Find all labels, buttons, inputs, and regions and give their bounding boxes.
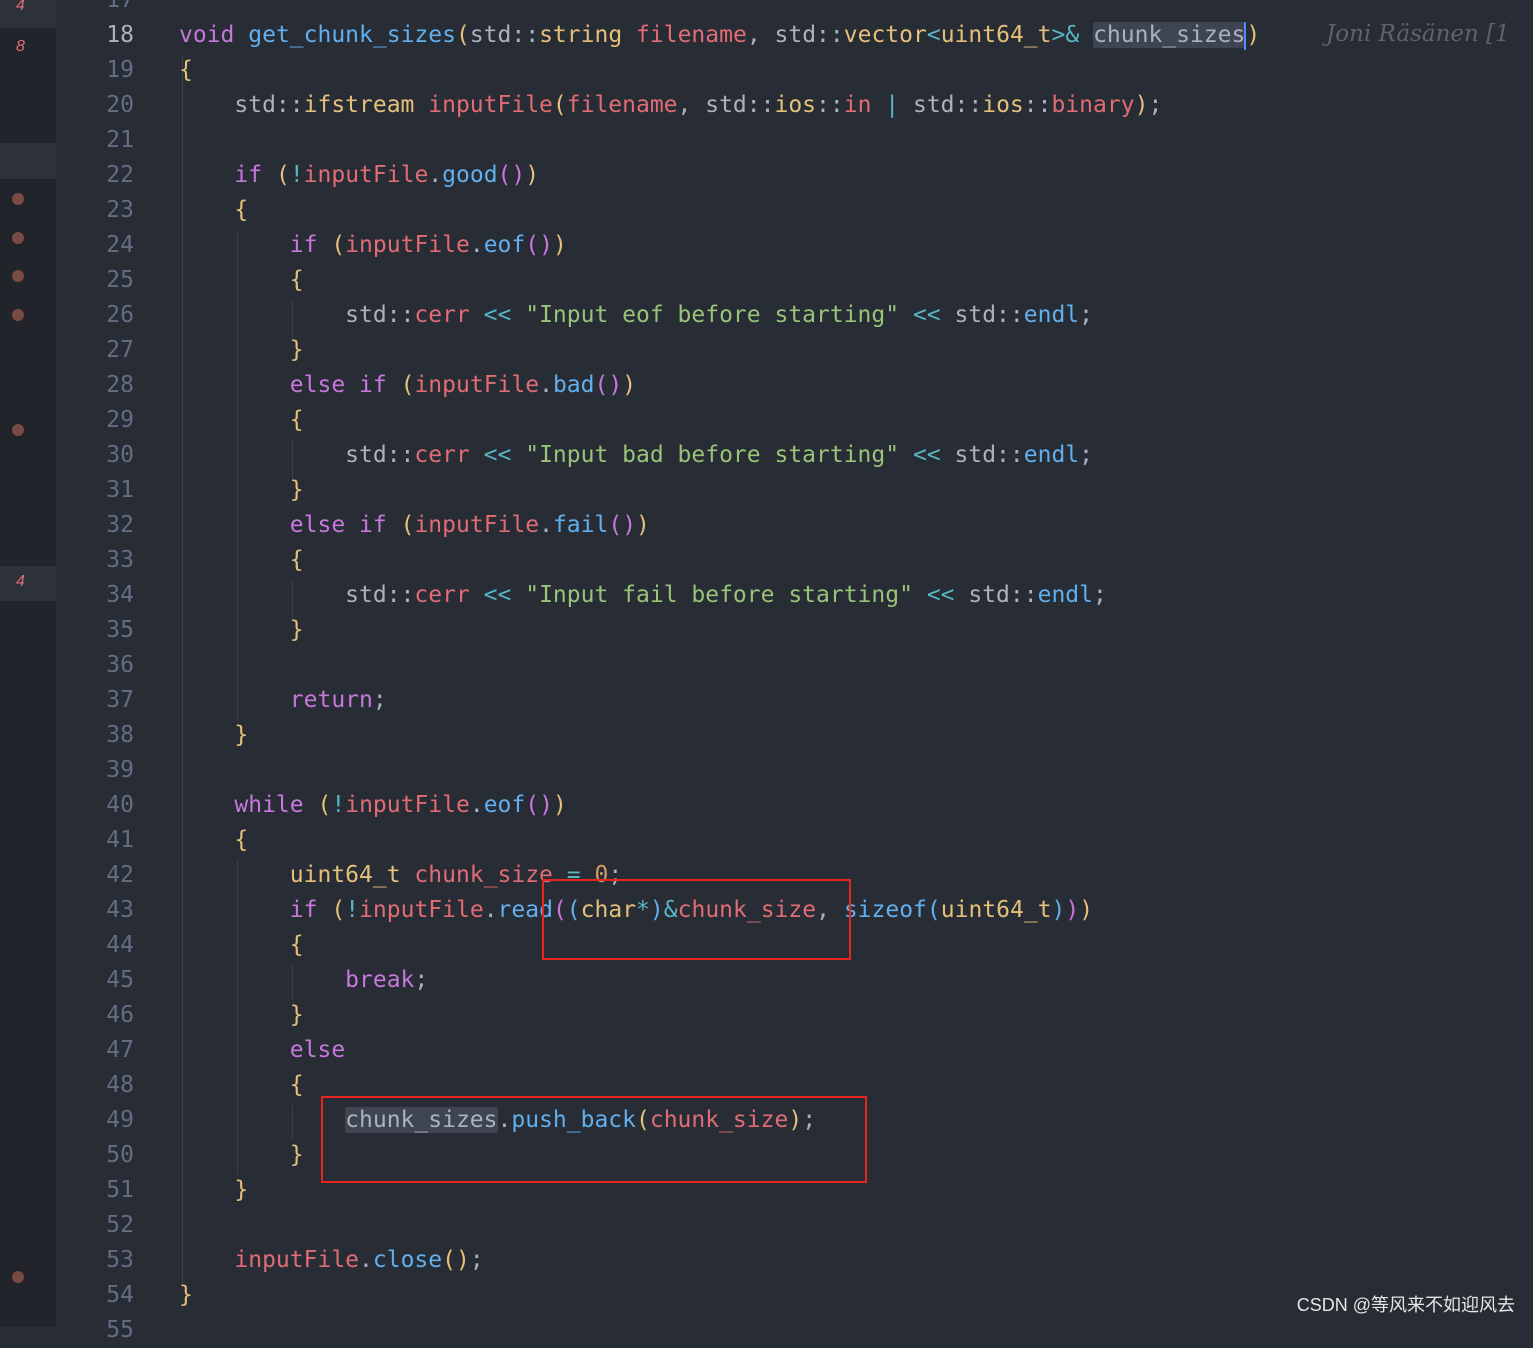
line-number: 40	[106, 792, 134, 818]
line-number: 43	[106, 897, 134, 923]
line-number: 34	[106, 582, 134, 608]
code-line[interactable]: std::ifstream inputFile(filename, std::i…	[179, 88, 1162, 123]
line-number: 36	[106, 652, 134, 678]
code-line[interactable]: {	[179, 403, 304, 438]
line-number: 46	[106, 1002, 134, 1028]
code-line[interactable]: void get_chunk_sizes(std::string filenam…	[179, 18, 1260, 53]
line-number: 30	[106, 442, 134, 468]
line-number: 29	[106, 407, 134, 433]
line-number: 50	[106, 1142, 134, 1168]
line-number: 32	[106, 512, 134, 538]
line-number: 27	[106, 337, 134, 363]
code-line[interactable]: {	[179, 1068, 304, 1103]
git-gutter	[0, 0, 56, 1327]
line-number: 26	[106, 302, 134, 328]
line-number: 45	[106, 967, 134, 993]
line-number: 48	[106, 1072, 134, 1098]
code-line[interactable]: {	[179, 263, 304, 298]
code-line[interactable]: std::cerr << "Input eof before starting"…	[179, 298, 1093, 333]
line-number: 41	[106, 827, 134, 853]
line-number: 54	[106, 1282, 134, 1308]
code-line[interactable]: {	[179, 543, 304, 578]
watermark: CSDN @等风来不如迎风去	[1296, 1295, 1515, 1315]
code-line[interactable]: }	[179, 1278, 193, 1313]
line-number: 24	[106, 232, 134, 258]
breakpoint-dot[interactable]	[12, 1271, 24, 1283]
line-number: 33	[106, 547, 134, 573]
line-number: 47	[106, 1037, 134, 1063]
code-line[interactable]: return;	[179, 683, 387, 718]
code-line[interactable]: {	[179, 823, 248, 858]
code-line[interactable]: break;	[179, 963, 428, 998]
code-line[interactable]: std::cerr << "Input bad before starting"…	[179, 438, 1093, 473]
code-line[interactable]: else	[179, 1033, 345, 1068]
git-deleted-count: 8	[16, 38, 25, 55]
breakpoint-dot[interactable]	[12, 232, 24, 244]
code-line[interactable]: {	[179, 928, 304, 963]
code-line[interactable]: while (!inputFile.eof())	[179, 788, 566, 823]
code-line[interactable]: }	[179, 1173, 248, 1208]
line-number: 42	[106, 862, 134, 888]
line-number: 28	[106, 372, 134, 398]
code-line[interactable]: }	[179, 998, 304, 1033]
line-number: 19	[106, 57, 134, 83]
code-line[interactable]: if (!inputFile.good())	[179, 158, 539, 193]
annotation-box-push-back	[321, 1096, 867, 1183]
breakpoint-dot[interactable]	[12, 309, 24, 321]
line-number: 55	[106, 1317, 134, 1343]
code-line[interactable]: }	[179, 1138, 304, 1173]
code-line[interactable]: std::cerr << "Input fail before starting…	[179, 578, 1107, 613]
breakpoint-dot[interactable]	[12, 270, 24, 282]
code-line[interactable]: else if (inputFile.bad())	[179, 368, 636, 403]
git-change-bar	[0, 143, 56, 179]
line-number: 35	[106, 617, 134, 643]
line-number: 38	[106, 722, 134, 748]
line-number: 21	[106, 127, 134, 153]
line-number: 53	[106, 1247, 134, 1273]
line-number: 37	[106, 687, 134, 713]
line-number: 17	[106, 0, 134, 13]
code-line[interactable]: {	[179, 53, 193, 88]
line-number: 23	[106, 197, 134, 223]
annotation-box-read-cast	[542, 879, 851, 960]
line-number: 52	[106, 1212, 134, 1238]
line-number: 31	[106, 477, 134, 503]
line-number: 22	[106, 162, 134, 188]
code-line[interactable]: inputFile.close();	[179, 1243, 483, 1278]
line-number: 39	[106, 757, 134, 783]
git-deleted-count: 4	[0, 566, 56, 601]
code-line[interactable]: }	[179, 333, 304, 368]
code-line[interactable]: }	[179, 718, 248, 753]
line-number: 51	[106, 1177, 134, 1203]
line-number: 18	[106, 22, 134, 48]
line-number: 20	[106, 92, 134, 118]
code-line[interactable]: if (inputFile.eof())	[179, 228, 567, 263]
breakpoint-dot[interactable]	[12, 424, 24, 436]
code-line[interactable]: }	[179, 613, 304, 648]
line-number: 49	[106, 1107, 134, 1133]
breakpoint-dot[interactable]	[12, 193, 24, 205]
code-line[interactable]: }	[179, 473, 304, 508]
line-number: 25	[106, 267, 134, 293]
code-line[interactable]: {	[179, 193, 248, 228]
git-deleted-count: 4	[16, 0, 25, 14]
code-line[interactable]: else if (inputFile.fail())	[179, 508, 650, 543]
line-number: 44	[106, 932, 134, 958]
git-blame-annotation: Joni Räsänen [1	[1326, 21, 1510, 47]
